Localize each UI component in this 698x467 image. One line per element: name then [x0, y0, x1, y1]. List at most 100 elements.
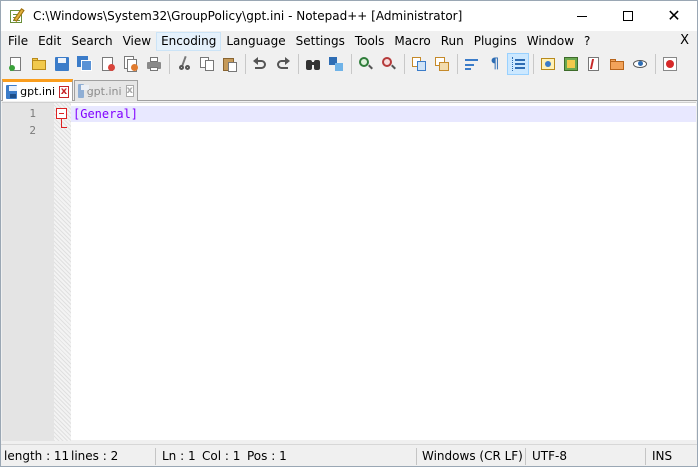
- close-button[interactable]: [97, 53, 119, 75]
- cut-button[interactable]: [173, 53, 195, 75]
- open-folder-icon: [31, 56, 47, 72]
- replace-button[interactable]: [325, 53, 347, 75]
- status-lines: lines : 2: [71, 449, 119, 463]
- save-button[interactable]: [51, 53, 73, 75]
- show-all-characters-button[interactable]: ¶: [484, 53, 506, 75]
- notepadpp-app-icon[interactable]: [9, 8, 25, 24]
- new-file-button[interactable]: [5, 53, 27, 75]
- status-line-number: Ln : 1: [162, 449, 196, 463]
- close-file-icon: [100, 56, 116, 72]
- save-status-icon: [6, 84, 18, 99]
- menu-plugins[interactable]: Plugins: [469, 32, 522, 51]
- status-divider: [155, 448, 156, 465]
- zoom-out-button[interactable]: [378, 53, 400, 75]
- toolbar-separator: [351, 54, 352, 74]
- undo-button[interactable]: [249, 53, 271, 75]
- toolbar-separator: [169, 54, 170, 74]
- copy-button[interactable]: [196, 53, 218, 75]
- menu-encoding[interactable]: Encoding: [156, 31, 222, 51]
- undo-icon: [252, 56, 268, 72]
- tab-close-icon[interactable]: x: [125, 85, 134, 97]
- function-list-button[interactable]: [583, 53, 605, 75]
- menu-language[interactable]: Language: [221, 32, 290, 51]
- current-line-highlight: [71, 106, 696, 122]
- menu-window[interactable]: Window: [522, 32, 579, 51]
- status-bar: length : 11 lines : 2 Ln : 1 Col : 1 Pos…: [1, 444, 697, 466]
- tab-gpt-ini-inactive[interactable]: gpt.ini x: [74, 80, 138, 101]
- zoom-out-icon: [381, 56, 397, 72]
- sync-horizontal-button[interactable]: [431, 53, 453, 75]
- code-line[interactable]: [General]: [73, 107, 138, 121]
- tab-close-icon[interactable]: x: [59, 85, 69, 98]
- fold-margin[interactable]: [54, 103, 71, 441]
- find-button[interactable]: [302, 53, 324, 75]
- sync-vertical-scroll-icon: [411, 56, 427, 72]
- menu-run[interactable]: Run: [436, 32, 469, 51]
- line-number-margin: 1 2: [2, 103, 54, 441]
- open-file-button[interactable]: [28, 53, 50, 75]
- tab-label: gpt.ini: [86, 84, 122, 98]
- print-button[interactable]: [143, 53, 165, 75]
- line-number: 2: [29, 124, 36, 137]
- user-defined-language-button[interactable]: [537, 53, 559, 75]
- paste-button[interactable]: [219, 53, 241, 75]
- eye-icon: [632, 56, 648, 72]
- menu-help[interactable]: ?: [579, 32, 595, 51]
- text-content[interactable]: [General]: [71, 103, 696, 441]
- close-all-icon: [123, 56, 139, 72]
- redo-icon: [275, 56, 291, 72]
- indent-guide-button[interactable]: [507, 53, 529, 75]
- document-map-icon: [563, 56, 579, 72]
- record-icon: [662, 56, 678, 72]
- status-column: Col : 1: [202, 449, 241, 463]
- fold-minus-icon[interactable]: [56, 108, 67, 119]
- toolbar-separator: [245, 54, 246, 74]
- menu-macro[interactable]: Macro: [389, 32, 435, 51]
- maximize-icon: [623, 11, 633, 21]
- word-wrap-button[interactable]: [461, 53, 483, 75]
- close-window-button[interactable]: ✕: [651, 1, 697, 31]
- sync-horizontal-scroll-icon: [434, 56, 450, 72]
- zoom-in-button[interactable]: [355, 53, 377, 75]
- menu-search[interactable]: Search: [66, 32, 117, 51]
- status-position: Pos : 1: [247, 449, 287, 463]
- status-divider: [525, 448, 526, 465]
- scissors-icon: [176, 55, 192, 72]
- menu-file[interactable]: File: [3, 32, 33, 51]
- status-eol-format[interactable]: Windows (CR LF): [422, 445, 523, 467]
- folder-as-workspace-button[interactable]: [606, 53, 628, 75]
- menu-tools[interactable]: Tools: [350, 32, 390, 51]
- redo-button[interactable]: [272, 53, 294, 75]
- menu-settings[interactable]: Settings: [291, 32, 350, 51]
- toolbar-separator: [533, 54, 534, 74]
- menu-edit[interactable]: Edit: [33, 32, 66, 51]
- status-encoding[interactable]: UTF-8: [532, 445, 567, 467]
- status-insert-mode[interactable]: INS: [652, 445, 672, 467]
- function-list-icon: [586, 56, 602, 72]
- record-macro-button[interactable]: [659, 53, 681, 75]
- monitoring-button[interactable]: [629, 53, 651, 75]
- minimize-icon: [577, 15, 587, 17]
- toolbar-separator: [655, 54, 656, 74]
- minimize-button[interactable]: [559, 1, 605, 31]
- editor-area[interactable]: 1 2 [General]: [2, 102, 696, 441]
- menu-view[interactable]: View: [118, 32, 156, 51]
- toolbar-separator: [457, 54, 458, 74]
- close-document-button[interactable]: X: [680, 31, 689, 51]
- maximize-button[interactable]: [605, 1, 651, 31]
- notepadpp-window: C:\Windows\System32\GroupPolicy\gpt.ini …: [0, 0, 698, 467]
- status-divider: [645, 448, 646, 465]
- user-language-icon: [540, 56, 556, 72]
- line-number: 1: [29, 107, 36, 120]
- title-bar[interactable]: C:\Windows\System32\GroupPolicy\gpt.ini …: [1, 1, 697, 31]
- status-length: length : 11: [4, 449, 70, 463]
- folder-workspace-icon: [609, 56, 625, 72]
- sync-vertical-button[interactable]: [408, 53, 430, 75]
- save-all-button[interactable]: [74, 53, 96, 75]
- document-map-button[interactable]: [560, 53, 582, 75]
- tab-gpt-ini-active[interactable]: gpt.ini x: [2, 79, 73, 101]
- save-all-icon: [77, 56, 93, 72]
- close-all-button[interactable]: [120, 53, 142, 75]
- new-file-icon: [8, 56, 24, 72]
- paste-icon: [222, 56, 238, 72]
